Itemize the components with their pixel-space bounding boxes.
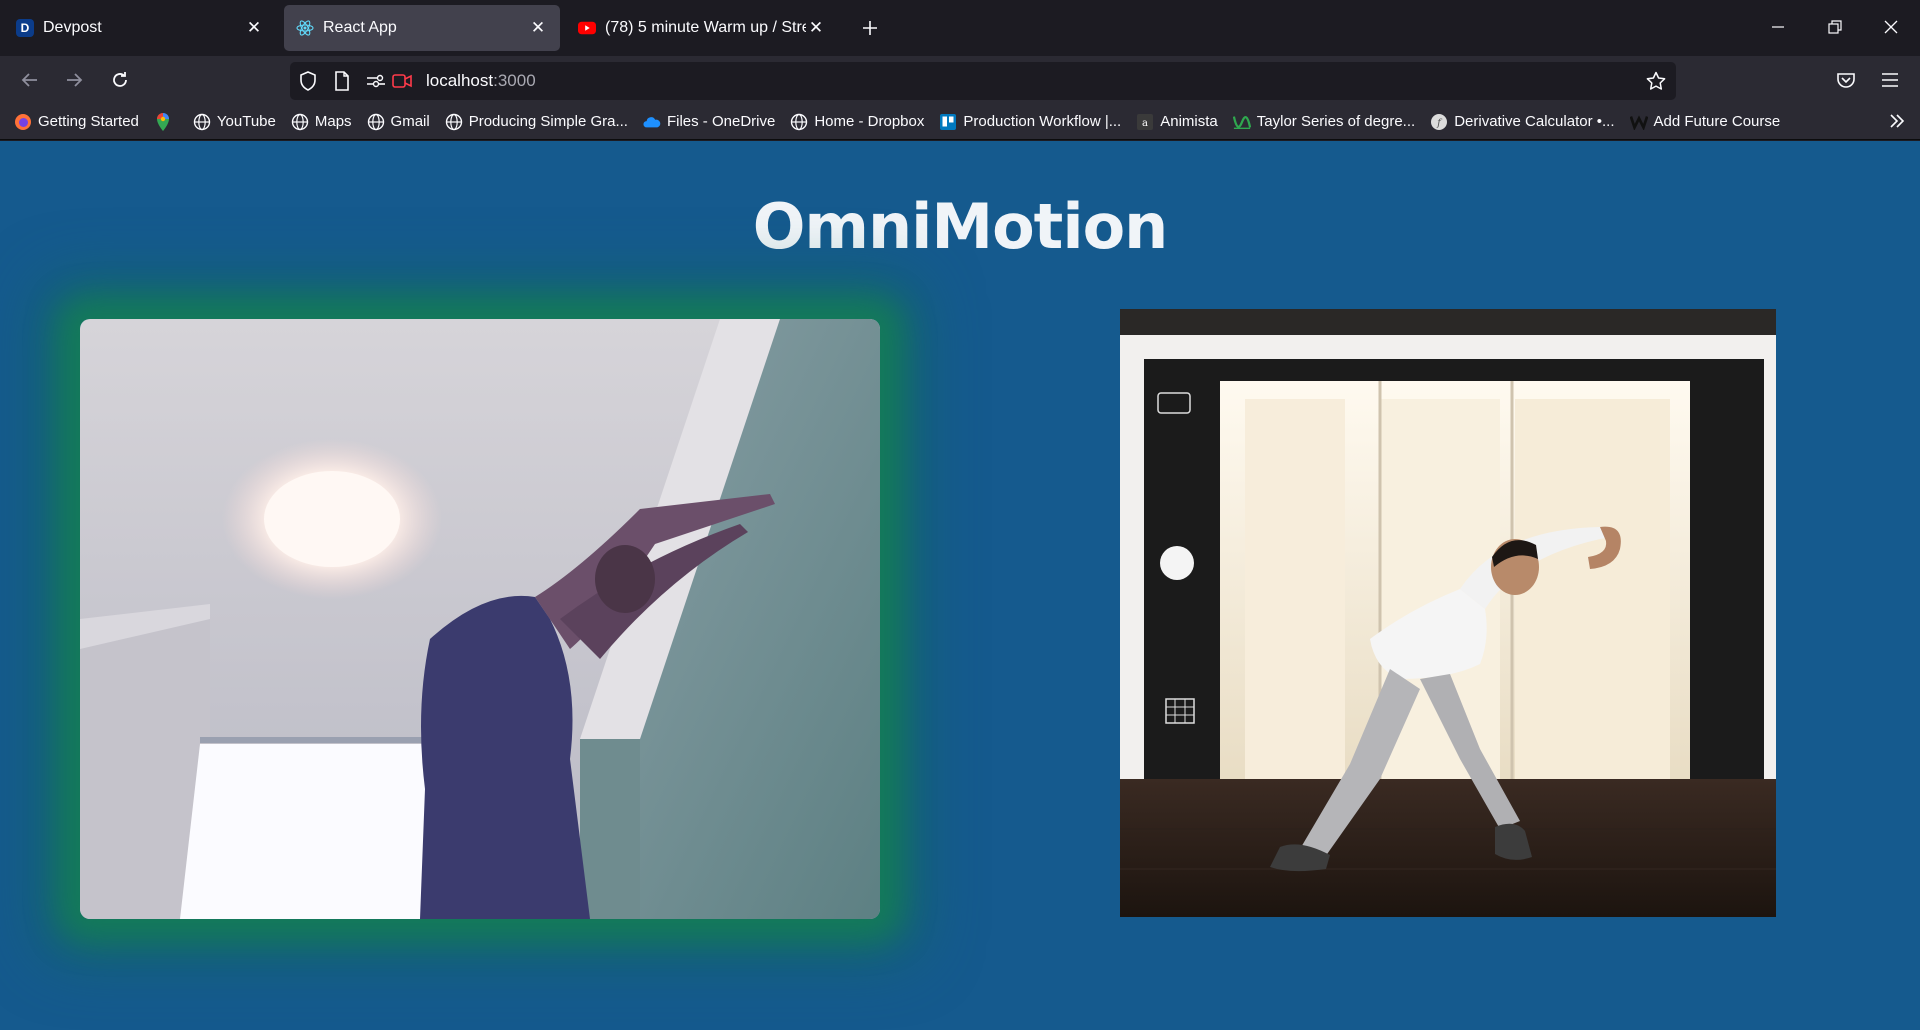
reload-button[interactable] — [104, 64, 136, 96]
address-bar[interactable]: localhost:3000 — [290, 62, 1676, 100]
globe-icon — [367, 113, 385, 131]
firefox-icon — [14, 113, 32, 131]
back-button[interactable] — [14, 64, 46, 96]
bookmark-animista[interactable]: a Animista — [1136, 113, 1218, 131]
reference-video-frame — [1120, 309, 1776, 917]
bookmark-label: YouTube — [216, 113, 276, 130]
restore-button[interactable] — [1812, 10, 1858, 44]
tab-devpost[interactable]: D Devpost ✕ — [4, 5, 276, 51]
permissions-icon[interactable] — [366, 71, 386, 91]
bookmark-label: Taylor Series of degre... — [1256, 113, 1416, 130]
tab-title: Devpost — [43, 19, 102, 36]
bookmark-label: Producing Simple Gra... — [468, 113, 628, 130]
globe-icon — [790, 113, 808, 131]
bookmark-youtube[interactable]: YouTube — [193, 113, 276, 131]
bookmarks-toolbar: Getting Started YouTube Maps Gmail Produ… — [0, 104, 1920, 140]
calculator-icon: f — [1430, 113, 1448, 131]
bookmark-getting-started[interactable]: Getting Started — [14, 113, 139, 131]
navigation-toolbar: localhost:3000 — [0, 56, 1920, 104]
bookmark-onedrive[interactable]: Files - OneDrive — [643, 113, 775, 131]
camera-sharing-icon[interactable] — [392, 71, 412, 91]
forward-button[interactable] — [58, 64, 90, 96]
desmos-icon — [1232, 113, 1251, 131]
webcam-image — [80, 319, 880, 919]
w-icon — [1629, 113, 1648, 131]
onedrive-icon — [643, 113, 661, 131]
svg-text:a: a — [1142, 118, 1148, 129]
bookmarks-overflow-button[interactable] — [1888, 112, 1906, 130]
google-maps-icon — [154, 112, 172, 131]
bookmark-star-icon[interactable] — [1646, 71, 1666, 91]
app-menu-button[interactable] — [1874, 64, 1906, 96]
bookmark-production-workflow[interactable]: Production Workflow |... — [939, 113, 1121, 131]
tab-strip: D Devpost ✕ React App ✕ (78) 5 minute Wa… — [0, 0, 1920, 56]
minimize-button[interactable] — [1755, 10, 1801, 44]
page-content: OmniMotion — [0, 141, 1920, 1030]
url-port: :3000 — [493, 71, 536, 90]
bookmark-label: Home - Dropbox — [814, 113, 925, 130]
react-icon — [296, 19, 314, 37]
devpost-d-icon: D — [16, 19, 34, 37]
bookmark-label: Production Workflow |... — [963, 113, 1122, 130]
animista-icon: a — [1136, 113, 1154, 131]
bookmark-label: Add Future Course — [1653, 113, 1781, 130]
bookmark-label: Gmail — [390, 113, 430, 130]
pocket-button[interactable] — [1830, 64, 1862, 96]
tab-title: (78) 5 minute Warm up / Stretch — [605, 19, 806, 36]
url-text: localhost:3000 — [426, 71, 536, 91]
tab-youtube[interactable]: (78) 5 minute Warm up / Stretch ✕ — [566, 5, 838, 51]
trello-icon — [939, 113, 957, 131]
bookmark-label: Derivative Calculator •... — [1454, 113, 1615, 130]
bookmark-maps[interactable]: Maps — [291, 113, 352, 131]
bookmark-taylor-series[interactable]: Taylor Series of degre... — [1232, 113, 1416, 131]
close-tab-icon[interactable]: ✕ — [806, 18, 826, 38]
close-tab-icon[interactable]: ✕ — [528, 18, 548, 38]
bookmark-gmail[interactable]: Gmail — [367, 113, 430, 131]
bookmark-label: Animista — [1160, 113, 1218, 130]
globe-icon — [445, 113, 463, 131]
bookmark-label: Maps — [314, 113, 352, 130]
bookmark-derivative-calculator[interactable]: f Derivative Calculator •... — [1430, 113, 1615, 131]
globe-icon — [193, 113, 211, 131]
bookmark-producing-simple-graphs[interactable]: Producing Simple Gra... — [445, 113, 628, 131]
bookmark-add-future-course[interactable]: Add Future Course — [1629, 113, 1781, 131]
shield-icon[interactable] — [298, 71, 318, 91]
page-title: OmniMotion — [752, 190, 1169, 263]
page-icon[interactable] — [332, 71, 352, 91]
webcam-feed — [80, 319, 880, 919]
globe-icon — [291, 113, 309, 131]
bookmark-google-maps[interactable] — [154, 112, 178, 131]
youtube-icon — [578, 19, 596, 37]
tab-react-app[interactable]: React App ✕ — [284, 5, 560, 51]
bookmark-label: Files - OneDrive — [666, 113, 776, 130]
close-window-button[interactable] — [1868, 10, 1914, 44]
bookmark-label: Getting Started — [38, 113, 139, 130]
new-tab-button[interactable] — [855, 13, 885, 43]
tab-title: React App — [323, 19, 397, 36]
url-host: localhost — [426, 71, 494, 90]
reference-video[interactable] — [1120, 309, 1776, 917]
close-tab-icon[interactable]: ✕ — [244, 18, 264, 38]
bookmark-dropbox[interactable]: Home - Dropbox — [790, 113, 924, 131]
